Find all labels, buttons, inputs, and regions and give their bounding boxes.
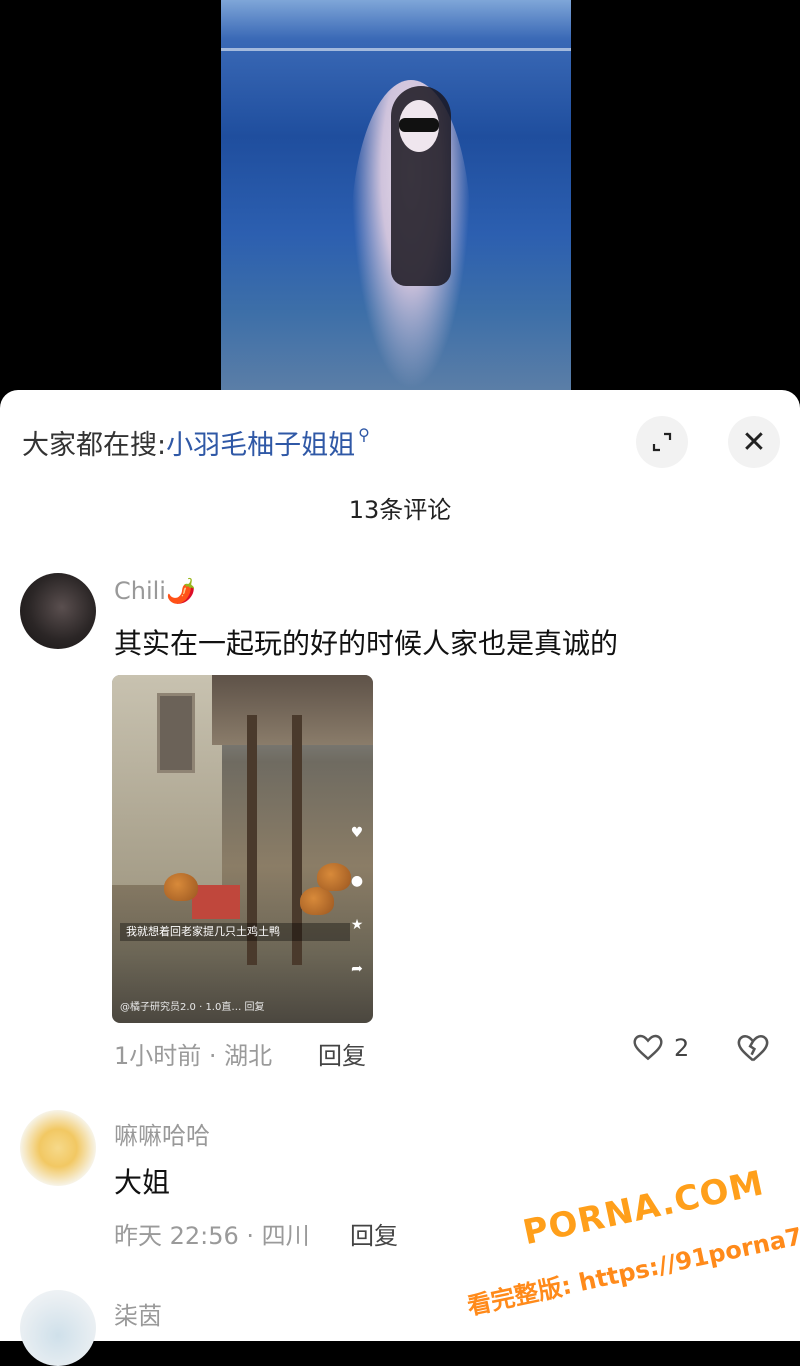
star-icon: ★ — [350, 917, 364, 933]
heart-icon: ♥ — [350, 825, 364, 841]
expand-button[interactable] — [636, 416, 688, 468]
comments-count-title: 13条评论 — [348, 496, 452, 524]
video-frame — [221, 0, 571, 390]
comments-sheet: 大家都在搜: 小羽毛柚子姐姐 ⚲ ✕ 13条评论 Chili🌶️ 其实在一起玩的… — [0, 390, 800, 1366]
comment-text: 其实在一起玩的好的时候人家也是真诚的 — [114, 627, 619, 660]
image-footer: @橘子研究员2.0 · 1.0直… 回复 — [120, 1002, 265, 1013]
comment-image[interactable]: ♥ ● ★ ➦ 我就想着回老家提几只土鸡土鸭 @橘子研究员2.0 · 1.0直…… — [112, 675, 373, 1023]
comment-username[interactable]: 嘛嘛哈哈 — [114, 1116, 210, 1151]
comment-username[interactable]: 柒茵 — [114, 1296, 162, 1331]
avatar[interactable] — [20, 573, 96, 649]
image-crate — [192, 885, 240, 919]
trending-search-term[interactable]: 小羽毛柚子姐姐 — [166, 423, 355, 462]
watermark: PORNA.COM 看完整版: https://91porna78.com — [451, 1160, 800, 1346]
close-button[interactable]: ✕ — [728, 416, 780, 468]
like-count: 2 — [674, 1034, 690, 1062]
avatar[interactable] — [20, 1110, 96, 1186]
video-player[interactable] — [0, 0, 800, 400]
comment-meta: 1小时前 · 湖北 — [114, 1042, 273, 1070]
reply-button[interactable]: 回复 — [350, 1216, 398, 1251]
video-sunglasses — [399, 118, 439, 132]
reply-button[interactable]: 回复 — [318, 1036, 366, 1071]
broken-heart-icon[interactable] — [736, 1032, 770, 1066]
comment-text: 大姐 — [114, 1166, 171, 1199]
image-hen — [164, 873, 198, 901]
trending-search[interactable]: 大家都在搜: 小羽毛柚子姐姐 ⚲ — [22, 422, 370, 462]
search-icon[interactable]: ⚲ — [358, 425, 370, 444]
video-horizon — [221, 48, 571, 51]
image-hen — [300, 887, 334, 915]
image-window — [157, 693, 195, 773]
image-hen — [317, 863, 351, 891]
comment-meta: 昨天 22:56 · 四川 — [114, 1222, 310, 1250]
avatar[interactable] — [20, 1290, 96, 1366]
heart-outline-icon — [633, 1034, 663, 1061]
share-icon: ➦ — [351, 961, 363, 977]
like-button[interactable]: 2 — [632, 1032, 689, 1064]
image-caption: 我就想着回老家提几只土鸡土鸭 — [120, 923, 350, 941]
trending-search-prefix: 大家都在搜: — [22, 429, 167, 461]
comment-icon: ● — [350, 873, 364, 889]
comment-username[interactable]: Chili🌶️ — [114, 577, 196, 605]
close-icon: ✕ — [741, 424, 767, 460]
expand-icon — [652, 432, 672, 452]
